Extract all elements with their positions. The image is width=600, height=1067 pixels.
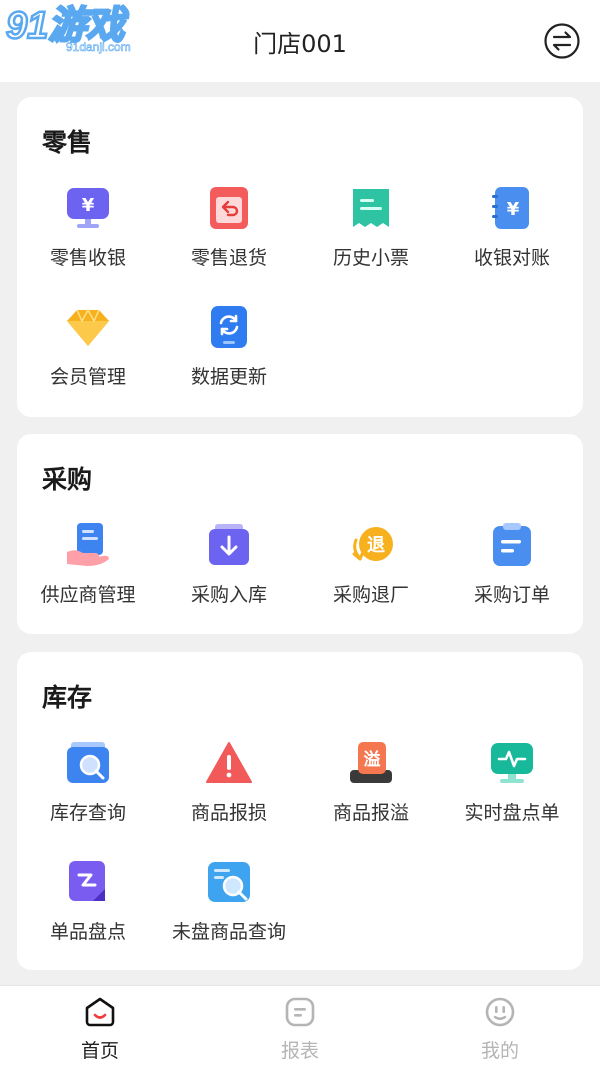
diamond-icon	[67, 308, 109, 346]
history-receipt-icon	[353, 189, 389, 227]
order-clipboard-icon	[493, 523, 531, 566]
grid-item-member-management[interactable]: 会员管理	[17, 304, 159, 389]
section-purchase: 采购 供应商管理 采购入库 退 采购退厂 采购订单	[17, 434, 583, 634]
grid-item-uncounted-query[interactable]: 未盘商品查询	[158, 859, 300, 944]
section-inventory: 库存 库存查询 商品报损 溢 商品报溢 实时盘点单 单品盘点 未盘商品查询	[17, 652, 583, 970]
grid-item-stock-query[interactable]: 库存查询	[17, 740, 159, 825]
cashier-monitor-icon: ¥	[67, 188, 109, 228]
grid-item-label: 零售退货	[190, 247, 267, 269]
tab-home[interactable]: 首页	[0, 996, 200, 1063]
grid-item-purchase-order[interactable]: 采购订单	[441, 522, 583, 607]
section-title: 零售	[42, 128, 93, 157]
grid-item-retail-return[interactable]: 零售退货	[158, 185, 300, 270]
grid-item-label: 采购退厂	[332, 584, 409, 606]
grid-item-label: 采购入库	[190, 584, 267, 606]
return-badge-text: 退	[367, 535, 385, 556]
grid-item-label: 库存查询	[49, 802, 126, 824]
pulse-monitor-icon	[491, 743, 533, 783]
overflow-icon: 溢	[350, 742, 392, 783]
grid-item-label: 数据更新	[190, 366, 267, 388]
grid-item-label: 实时盘点单	[464, 802, 560, 824]
grid-item-label: 会员管理	[49, 366, 126, 388]
tab-reports[interactable]: 报表	[200, 996, 400, 1063]
inbound-box-icon	[209, 524, 249, 565]
page-title: 门店001	[253, 30, 347, 58]
grid-item-data-update[interactable]: 数据更新	[158, 304, 300, 389]
grid-item-label: 商品报溢	[332, 802, 409, 824]
grid-item-overflow-report[interactable]: 溢 商品报溢	[300, 740, 442, 825]
supplier-hand-icon	[67, 523, 109, 566]
header: 91游戏 91danji.com 门店001	[0, 0, 600, 82]
tab-label: 首页	[80, 1040, 119, 1062]
refresh-phone-icon	[211, 306, 247, 348]
uncounted-search-icon	[208, 862, 250, 902]
section-title: 采购	[42, 465, 93, 494]
grid-item-label: 未盘商品查询	[171, 921, 286, 943]
switch-store-icon[interactable]	[543, 22, 581, 60]
stock-search-icon	[67, 742, 109, 783]
edit-note-icon	[69, 861, 105, 901]
grid-item-purchase-inbound[interactable]: 采购入库	[158, 522, 300, 607]
grid-item-label: 商品报损	[190, 802, 267, 824]
grid-item-label: 采购订单	[473, 584, 550, 606]
grid-item-label: 单品盘点	[49, 921, 126, 943]
grid-item-supplier-management[interactable]: 供应商管理	[17, 522, 159, 607]
grid-item-damage-report[interactable]: 商品报损	[158, 740, 300, 825]
overflow-badge-text: 溢	[364, 749, 381, 770]
grid-item-retail-cashier[interactable]: ¥ 零售收银	[17, 185, 159, 270]
profile-face-icon	[485, 997, 515, 1027]
grid-item-history-receipt[interactable]: 历史小票	[300, 185, 442, 270]
grid-item-label: 供应商管理	[40, 584, 136, 606]
tab-mine[interactable]: 我的	[400, 996, 600, 1063]
bottom-tab-bar: 首页 报表 我的	[0, 985, 600, 1067]
section-retail: 零售 ¥ 零售收银 零售退货 历史小票 ¥ 收银对账 会员管理 数据更新	[17, 97, 583, 417]
grid-item-realtime-count-sheet[interactable]: 实时盘点单	[441, 740, 583, 825]
report-icon	[285, 997, 315, 1027]
grid-item-purchase-return[interactable]: 退 采购退厂	[300, 522, 442, 607]
grid-item-label: 历史小票	[332, 247, 409, 269]
section-title: 库存	[42, 683, 93, 712]
return-receipt-icon	[210, 187, 248, 229]
home-face-icon	[85, 997, 115, 1027]
tab-label: 报表	[280, 1040, 319, 1062]
grid-item-single-item-count[interactable]: 单品盘点	[17, 859, 159, 944]
purchase-return-icon: 退	[352, 527, 393, 561]
grid-item-cash-reconcile[interactable]: ¥ 收银对账	[441, 185, 583, 270]
warning-icon	[206, 742, 252, 783]
svg-text:¥: ¥	[82, 195, 95, 216]
grid-item-label: 收银对账	[473, 247, 550, 269]
tab-label: 我的	[480, 1040, 519, 1062]
grid-item-label: 零售收银	[49, 247, 126, 269]
svg-text:¥: ¥	[507, 199, 520, 220]
reconcile-notebook-icon: ¥	[492, 187, 529, 229]
